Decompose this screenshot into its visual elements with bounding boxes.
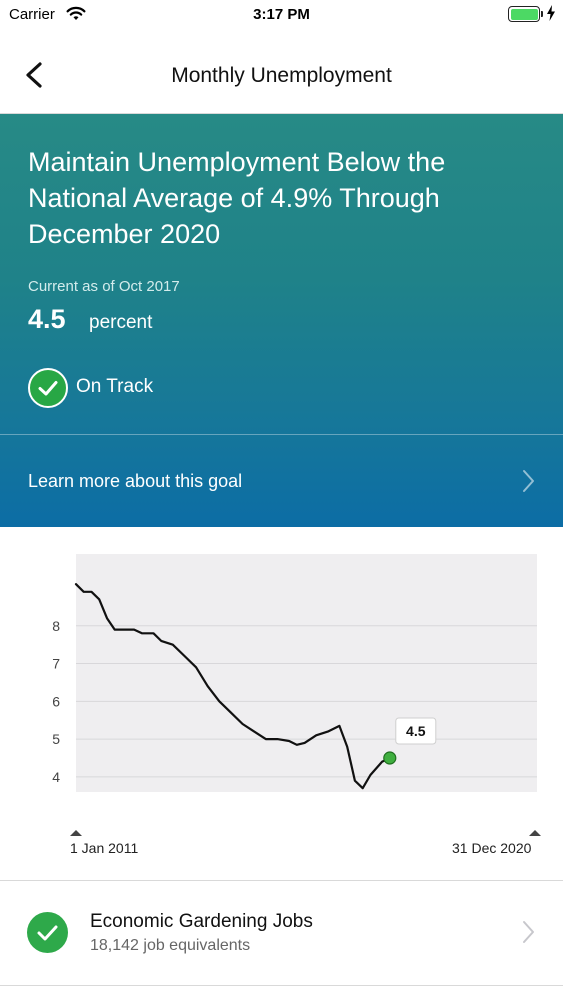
measure-list-item[interactable]: Economic Gardening Jobs 18,142 job equiv…	[0, 881, 563, 985]
goal-status-label: On Track	[76, 376, 154, 397]
divider	[0, 985, 563, 986]
goal-title: Maintain Unemployment Below the National…	[28, 147, 446, 249]
checkmark-circle-icon	[27, 912, 68, 953]
data-label: 4.5	[406, 723, 426, 739]
plot-area	[76, 554, 537, 792]
page-title: Monthly Unemployment	[171, 64, 392, 87]
range-end-handle[interactable]	[529, 830, 541, 836]
charging-bolt-icon	[546, 5, 556, 26]
chevron-right-icon	[523, 470, 534, 492]
line-chart: 8 7 6 5 4 4.5	[52, 554, 541, 836]
current-data-point[interactable]	[383, 751, 397, 765]
status-bar: Carrier 3:17 PM	[0, 0, 563, 30]
y-tick-label: 7	[52, 656, 60, 672]
current-as-of-label: Current as of Oct 2017	[28, 278, 180, 295]
y-tick-label: 5	[52, 731, 60, 747]
learn-more-row[interactable]: Learn more about this goal	[0, 435, 563, 527]
checkmark-circle-icon	[28, 368, 68, 408]
goal-header: Maintain Unemployment Below the National…	[0, 114, 563, 527]
x-axis-start-label: 1 Jan 2011	[70, 840, 139, 856]
battery-fill	[510, 8, 538, 20]
battery-nub	[541, 11, 543, 17]
current-value: 4.5	[28, 304, 66, 334]
y-tick-label: 4	[52, 769, 60, 785]
chevron-right-icon	[523, 921, 534, 943]
clock-label: 3:17 PM	[253, 6, 310, 23]
current-value-unit: percent	[89, 312, 153, 333]
x-axis-end-label: 31 Dec 2020	[452, 840, 532, 856]
measure-title: Economic Gardening Jobs	[90, 911, 313, 932]
y-tick-label: 6	[52, 693, 60, 709]
measure-subtitle: 18,142 job equivalents	[90, 937, 251, 954]
y-tick-label: 8	[52, 618, 60, 634]
navigation-bar: Monthly Unemployment	[0, 30, 563, 114]
battery-icon	[508, 6, 540, 22]
learn-more-label: Learn more about this goal	[28, 471, 243, 491]
range-start-handle[interactable]	[70, 830, 82, 836]
unemployment-chart: 8 7 6 5 4 4.5 1 Jan 2011 31 Dec 2020	[0, 527, 563, 880]
